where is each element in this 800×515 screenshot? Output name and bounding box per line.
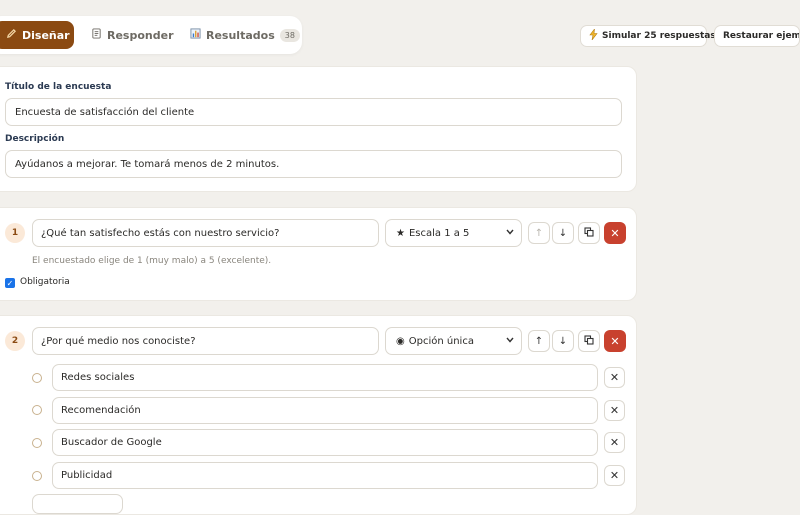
option-input[interactable]: Recomendación <box>52 397 598 424</box>
move-down-button[interactable]: ↓ <box>552 222 574 244</box>
question-number: 1 <box>5 223 25 243</box>
question-type-select[interactable]: ★ Escala 1 a 5 <box>385 219 522 247</box>
required-checkbox[interactable]: ✓ <box>5 278 15 288</box>
tab-label: Resultados <box>206 28 275 42</box>
delete-question-button[interactable]: ✕ <box>604 222 626 244</box>
survey-description-label: Descripción <box>5 134 65 144</box>
option-radio-icon <box>32 438 42 448</box>
restore-label: Restaurar ejemplo <box>723 31 800 41</box>
tab-resultados[interactable]: Resultados 38 <box>190 21 300 49</box>
duplicate-button[interactable] <box>578 222 600 244</box>
survey-title-label: Título de la encuesta <box>5 82 112 92</box>
radio-icon: ◉ <box>396 335 405 347</box>
move-up-button[interactable]: ↑ <box>528 222 550 244</box>
close-icon: ✕ <box>609 404 620 417</box>
tab-label: Diseñar <box>22 28 70 42</box>
tab-label: Responder <box>107 28 174 42</box>
move-down-button[interactable]: ↓ <box>552 330 574 352</box>
option-radio-icon <box>32 373 42 383</box>
lightning-icon <box>589 27 598 43</box>
remove-option-button[interactable]: ✕ <box>604 432 625 453</box>
document-icon <box>91 28 102 42</box>
question-hint: El encuestado elige de 1 (muy malo) a 5 … <box>32 256 272 266</box>
survey-description-input[interactable]: Ayúdanos a mejorar. Te tomará menos de 2… <box>5 150 622 178</box>
pencil-icon <box>6 28 17 42</box>
option-radio-icon <box>32 471 42 481</box>
option-input[interactable]: Buscador de Google <box>52 429 598 456</box>
chevron-down-icon <box>506 228 514 238</box>
star-icon: ★ <box>396 227 405 239</box>
move-up-button[interactable]: ↑ <box>528 330 550 352</box>
question-number: 2 <box>5 331 25 351</box>
duplicate-icon <box>584 334 594 348</box>
required-label: Obligatoria <box>20 277 70 287</box>
arrow-up-icon: ↑ <box>534 335 544 347</box>
question-text-input[interactable]: ¿Qué tan satisfecho estás con nuestro se… <box>32 219 379 247</box>
simulate-responses-button[interactable]: Simular 25 respuestas <box>580 25 716 47</box>
remove-option-button[interactable]: ✕ <box>604 367 625 388</box>
simulate-label: Simular 25 respuestas <box>602 31 716 41</box>
restore-example-button[interactable]: Restaurar ejemplo <box>714 25 800 47</box>
question-text-input[interactable]: ¿Por qué medio nos conociste? <box>32 327 379 355</box>
duplicate-icon <box>584 226 594 240</box>
chevron-down-icon <box>506 336 514 346</box>
option-radio-icon <box>32 405 42 415</box>
delete-question-button[interactable]: ✕ <box>604 330 626 352</box>
close-icon: ✕ <box>609 469 620 482</box>
arrow-up-icon: ↑ <box>534 227 544 239</box>
question-type-select[interactable]: ◉ Opción única <box>385 327 522 355</box>
question-type-label: Opción única <box>408 335 474 347</box>
arrow-down-icon: ↓ <box>558 335 568 347</box>
close-icon: ✕ <box>609 371 620 384</box>
option-input[interactable]: Redes sociales <box>52 364 598 391</box>
close-icon: ✕ <box>610 226 620 240</box>
remove-option-button[interactable]: ✕ <box>604 400 625 421</box>
close-icon: ✕ <box>610 334 620 348</box>
checkmark-icon: ✓ <box>6 278 14 288</box>
tab-responder[interactable]: Responder <box>91 21 174 49</box>
results-count-badge: 38 <box>279 28 300 42</box>
question-type-label: Escala 1 a 5 <box>408 227 470 239</box>
add-option-button[interactable] <box>32 494 123 514</box>
tab-disenar[interactable]: Diseñar <box>0 21 74 49</box>
survey-title-input[interactable]: Encuesta de satisfacción del cliente <box>5 98 622 126</box>
duplicate-button[interactable] <box>578 330 600 352</box>
bar-chart-icon <box>190 28 201 42</box>
close-icon: ✕ <box>609 436 620 449</box>
remove-option-button[interactable]: ✕ <box>604 465 625 486</box>
arrow-down-icon: ↓ <box>558 227 568 239</box>
option-input[interactable]: Publicidad <box>52 462 598 489</box>
